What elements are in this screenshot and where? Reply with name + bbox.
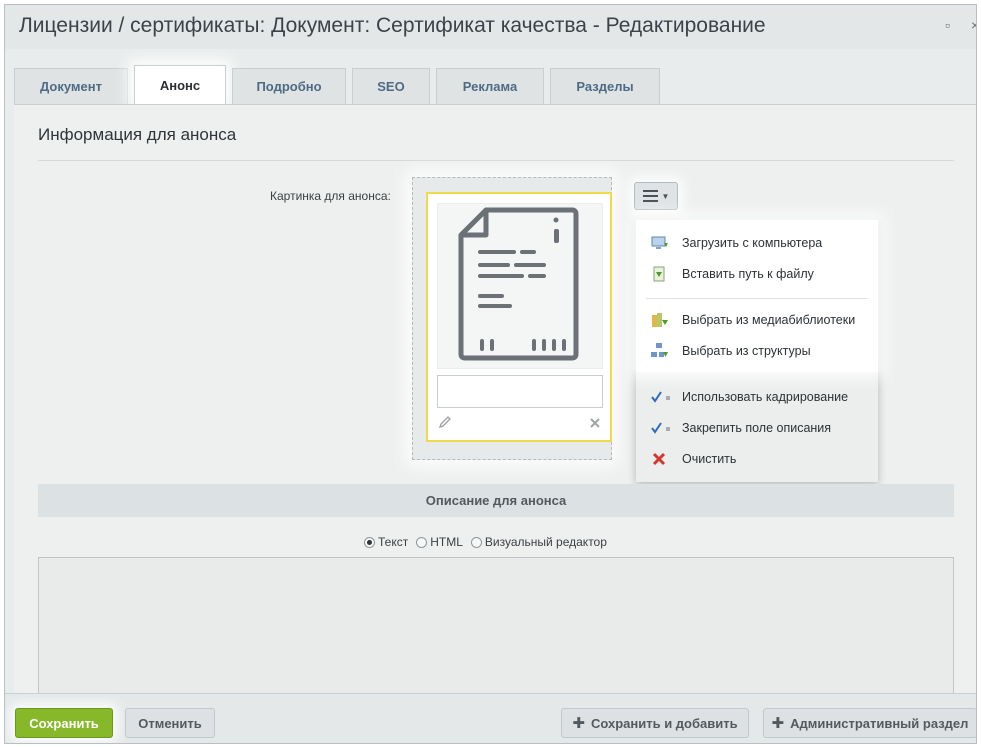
checkmark-icon: [651, 420, 670, 436]
save-and-add-button[interactable]: ✚ Сохранить и добавить: [561, 708, 749, 738]
plus-icon: ✚: [771, 715, 785, 732]
pencil-icon[interactable]: [438, 415, 452, 432]
tab-ads[interactable]: Реклама: [436, 68, 544, 104]
menu-item-pin-description[interactable]: Закрепить поле описания: [636, 413, 878, 443]
picture-menu-button[interactable]: ▼: [634, 182, 678, 210]
checkmark-icon: [651, 389, 670, 405]
admin-section-label: Административный раздел: [790, 715, 969, 731]
menu-item-label: Закрепить поле описания: [682, 421, 832, 435]
menu-item-structure[interactable]: Выбрать из структуры: [636, 336, 878, 366]
close-icon[interactable]: [589, 416, 601, 433]
structure-icon: [651, 343, 668, 359]
title-bar: Лицензии / сертификаты: Документ: Сертиф…: [5, 5, 976, 49]
radio-visual-editor-label: Визуальный редактор: [484, 535, 607, 549]
tab-document[interactable]: Документ: [14, 68, 128, 104]
menu-item-label: Очистить: [682, 452, 737, 466]
radio-html-dot[interactable]: [416, 536, 428, 548]
save-button[interactable]: Сохранить: [15, 708, 113, 738]
menu-divider: [646, 298, 868, 299]
document-icon: [458, 207, 579, 361]
radio-visual-editor[interactable]: Визуальный редактор: [470, 535, 607, 549]
description-header: Описание для анонса: [38, 484, 954, 517]
menu-item-file-path[interactable]: Вставить путь к файлу: [636, 259, 878, 289]
radio-visual-editor-dot[interactable]: [470, 536, 482, 548]
menu-item-label: Использовать кадрирование: [682, 390, 849, 404]
chevron-down-icon: ▼: [661, 191, 670, 201]
description-textarea[interactable]: [38, 557, 954, 697]
tab-panel: Информация для анонса Картинка для анонс…: [14, 104, 976, 698]
picture-card[interactable]: [426, 192, 612, 442]
menu-item-media-library[interactable]: Выбрать из медиабиблиотеки: [636, 305, 878, 335]
section-divider: [38, 160, 954, 161]
footer-bar: Сохранить Отменить ✚ Сохранить и добавит…: [5, 693, 976, 743]
admin-section-button[interactable]: ✚ Административный раздел: [763, 708, 976, 738]
file-path-icon: [651, 266, 667, 282]
radio-text-label: Текст: [378, 535, 409, 549]
picture-dropzone[interactable]: [412, 177, 612, 460]
edit-window: Лицензии / сертификаты: Документ: Сертиф…: [4, 4, 977, 744]
radio-html-label: HTML: [430, 535, 463, 549]
window-title: Лицензии / сертификаты: Документ: Сертиф…: [19, 14, 766, 37]
close-window-icon[interactable]: ×: [971, 17, 976, 33]
menu-item-upload-computer[interactable]: Загрузить с компьютера: [636, 228, 878, 258]
cancel-button[interactable]: Отменить: [125, 708, 215, 738]
hamburger-icon: [642, 190, 658, 202]
plus-icon: ✚: [572, 715, 585, 732]
picture-description-input[interactable]: [437, 375, 603, 408]
media-library-icon: [651, 312, 668, 328]
tab-announce[interactable]: Анонс: [134, 65, 226, 105]
tab-details[interactable]: Подробно: [232, 68, 346, 104]
menu-item-label: Выбрать из структуры: [682, 344, 811, 358]
save-and-add-label: Сохранить и добавить: [590, 715, 738, 731]
tab-seo[interactable]: SEO: [352, 68, 430, 104]
radio-text[interactable]: Текст: [364, 535, 408, 549]
radio-html[interactable]: HTML: [416, 535, 463, 549]
menu-item-clear[interactable]: Очистить: [636, 444, 878, 474]
maximize-icon[interactable]: ▫: [945, 17, 950, 33]
computer-upload-icon: [651, 235, 668, 251]
picture-label: Картинка для анонса:: [270, 189, 391, 203]
section-title: Информация для анонса: [38, 125, 237, 144]
menu-item-use-crop[interactable]: Использовать кадрирование: [636, 382, 878, 412]
menu-item-label: Загрузить с компьютера: [682, 236, 823, 250]
tab-sections[interactable]: Разделы: [550, 68, 660, 104]
description-mode-group: Текст HTML Визуальный редактор: [364, 535, 607, 549]
red-x-icon: [651, 451, 667, 467]
menu-item-label: Вставить путь к файлу: [682, 267, 814, 281]
menu-item-label: Выбрать из медиабиблиотеки: [682, 313, 856, 327]
radio-text-dot[interactable]: [364, 536, 375, 548]
picture-preview[interactable]: [437, 203, 603, 369]
picture-menu: Загрузить с компьютера Вставить путь к ф…: [636, 220, 878, 482]
